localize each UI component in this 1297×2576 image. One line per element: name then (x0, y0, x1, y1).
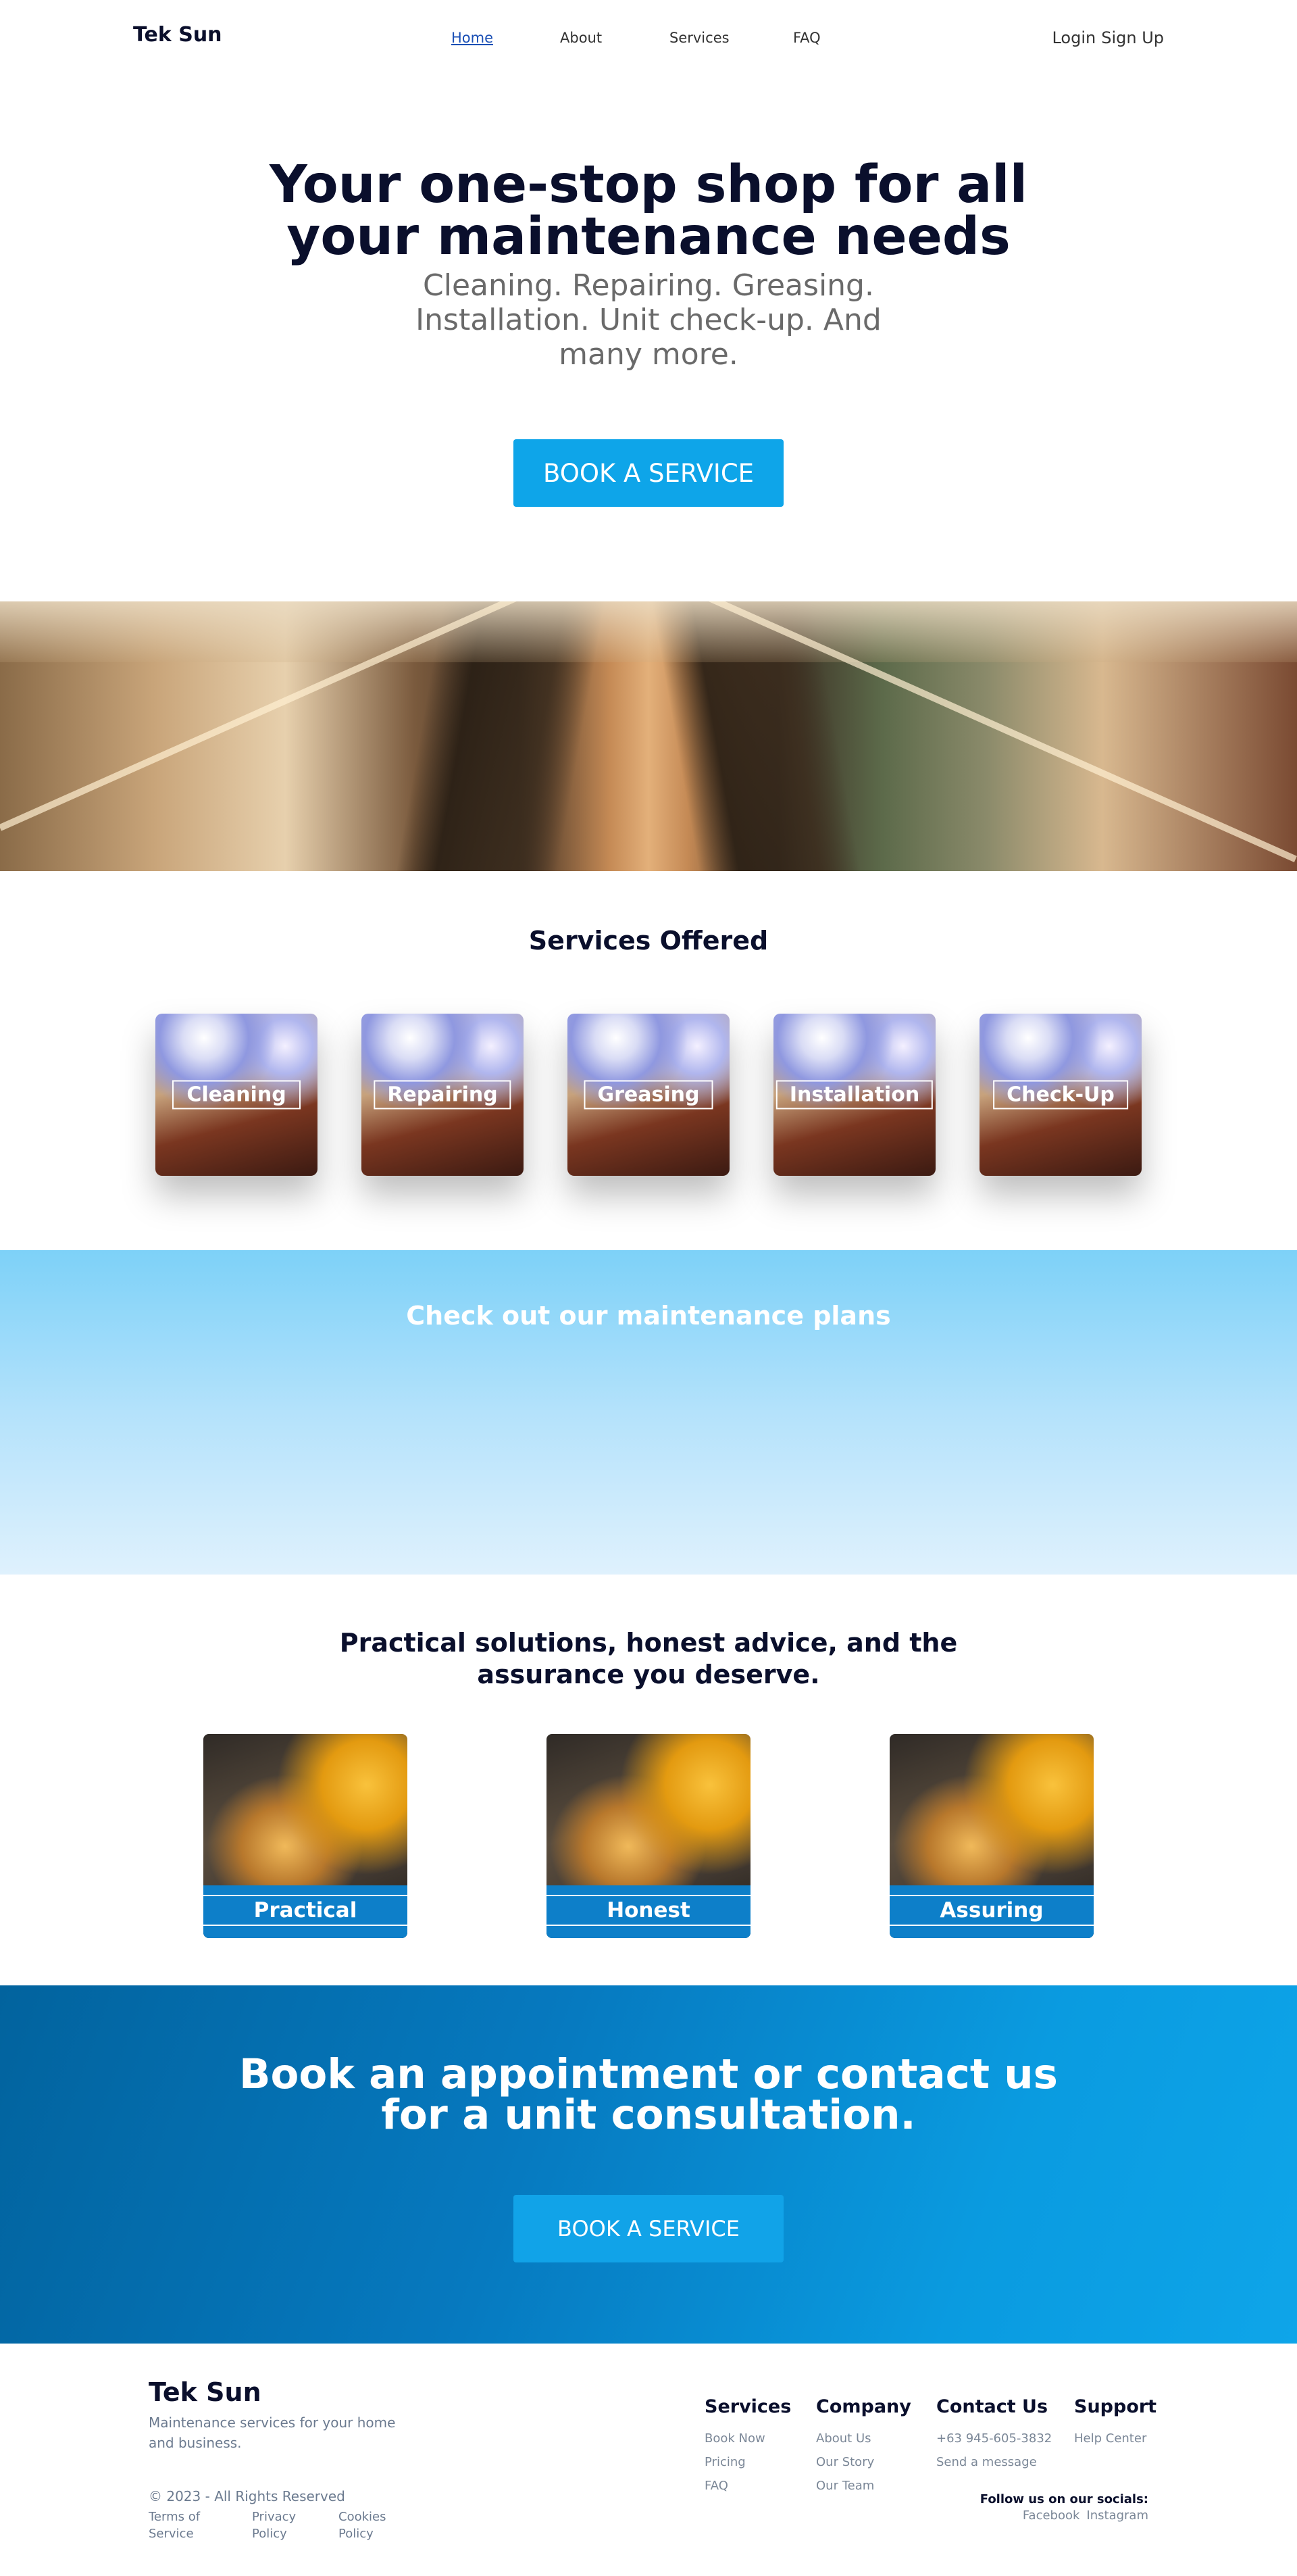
service-label: Repairing (374, 1080, 511, 1110)
footer-link-our-story[interactable]: Our Story (816, 2450, 911, 2474)
banner-ceiling (0, 601, 1297, 662)
brand-logo[interactable]: Tek Sun (133, 23, 222, 47)
services-title: Services Offered (528, 926, 769, 956)
service-label: Installation (775, 1080, 934, 1110)
footer-col-heading: Contact Us (936, 2396, 1048, 2417)
footer-col-contact: Contact Us +63 945-605-3832 Send a messa… (936, 2396, 1052, 2474)
value-label: Honest (607, 1898, 690, 1923)
top-navbar: Tek Sun Home About Services FAQ Login Si… (0, 0, 1297, 78)
cta-title-line2: for a unit consultation. (381, 2091, 916, 2139)
footer-privacy-link[interactable]: Privacy Policy (252, 2508, 326, 2542)
instagram-link[interactable]: Instagram (1086, 2508, 1148, 2523)
cta-title: Book an appointment or contact us for a … (0, 2054, 1297, 2135)
footer-link-book-now[interactable]: Book Now (705, 2427, 791, 2450)
nav-link-home[interactable]: Home (451, 30, 560, 46)
service-label: Cleaning (172, 1080, 301, 1110)
value-card-honest: Honest (546, 1734, 751, 1938)
footer: Tek Sun Maintenance services for your ho… (0, 2344, 1297, 2576)
book-service-button[interactable]: BOOK A SERVICE (513, 439, 784, 507)
service-card-greasing[interactable]: Greasing (567, 1014, 730, 1176)
service-card-repairing[interactable]: Repairing (361, 1014, 524, 1176)
nav-link-about[interactable]: About (560, 30, 669, 46)
nav-link-faq[interactable]: FAQ (793, 30, 821, 46)
nav-links: Home About Services FAQ (451, 30, 821, 46)
service-label: Check-Up (993, 1080, 1128, 1110)
values-title-text: Practical solutions, honest advice, and … (339, 1628, 958, 1689)
plans-title: Check out our maintenance plans (406, 1301, 891, 1331)
service-card-check-up[interactable]: Check-Up (980, 1014, 1142, 1176)
service-card-installation[interactable]: Installation (773, 1014, 936, 1176)
service-label: Greasing (584, 1080, 713, 1110)
hero-title-line2: your maintenance needs (286, 207, 1011, 267)
value-label: Practical (253, 1898, 357, 1923)
cta-book-service-button[interactable]: BOOK A SERVICE (513, 2195, 784, 2262)
escalator-banner-image (0, 601, 1297, 871)
footer-description: Maintenance services for your home and b… (149, 2414, 396, 2451)
value-card-assuring: Assuring (890, 1734, 1094, 1938)
footer-social-links: Facebook Instagram (1023, 2508, 1148, 2523)
maintenance-plans-section: Check out our maintenance plans (0, 1250, 1297, 1575)
footer-link-send-message[interactable]: Send a message (936, 2450, 1052, 2474)
footer-copyright: © 2023 - All Rights Reserved (149, 2488, 345, 2504)
footer-link-help-center[interactable]: Help Center (1074, 2427, 1156, 2450)
hero-title-line1: Your one-stop shop for all (270, 155, 1027, 215)
footer-brand: Tek Sun (149, 2377, 261, 2407)
footer-follow-label: Follow us on our socials: (980, 2492, 1148, 2506)
footer-col-services: Services Book Now Pricing FAQ (705, 2396, 791, 2498)
footer-col-heading: Services (705, 2396, 792, 2417)
footer-cookies-link[interactable]: Cookies Policy (338, 2508, 413, 2542)
footer-col-company: Company About Us Our Story Our Team (816, 2396, 911, 2498)
footer-terms-link[interactable]: Terms of Service (149, 2508, 223, 2542)
service-card-cleaning[interactable]: Cleaning (155, 1014, 317, 1176)
footer-link-pricing[interactable]: Pricing (705, 2450, 791, 2474)
value-card-practical: Practical (203, 1734, 407, 1938)
footer-link-our-team[interactable]: Our Team (816, 2474, 911, 2498)
footer-col-heading: Support (1074, 2396, 1157, 2417)
hero-subtitle: Cleaning. Repairing. Greasing. Installat… (415, 268, 882, 372)
value-label: Assuring (940, 1898, 1044, 1923)
facebook-link[interactable]: Facebook (1023, 2508, 1080, 2523)
signup-link[interactable]: Sign Up (1101, 28, 1164, 47)
nav-link-services[interactable]: Services (669, 30, 793, 46)
footer-link-faq[interactable]: FAQ (705, 2474, 791, 2498)
auth-links: Login Sign Up (1052, 28, 1164, 47)
values-title: Practical solutions, honest advice, and … (0, 1627, 1297, 1691)
footer-phone[interactable]: +63 945-605-3832 (936, 2427, 1052, 2450)
hero-title: Your one-stop shop for all your maintena… (0, 159, 1297, 263)
footer-link-about-us[interactable]: About Us (816, 2427, 911, 2450)
footer-col-heading: Company (816, 2396, 911, 2417)
login-link[interactable]: Login (1052, 28, 1096, 47)
cta-section: Book an appointment or contact us for a … (0, 1985, 1297, 2344)
footer-col-support: Support Help Center (1074, 2396, 1156, 2450)
